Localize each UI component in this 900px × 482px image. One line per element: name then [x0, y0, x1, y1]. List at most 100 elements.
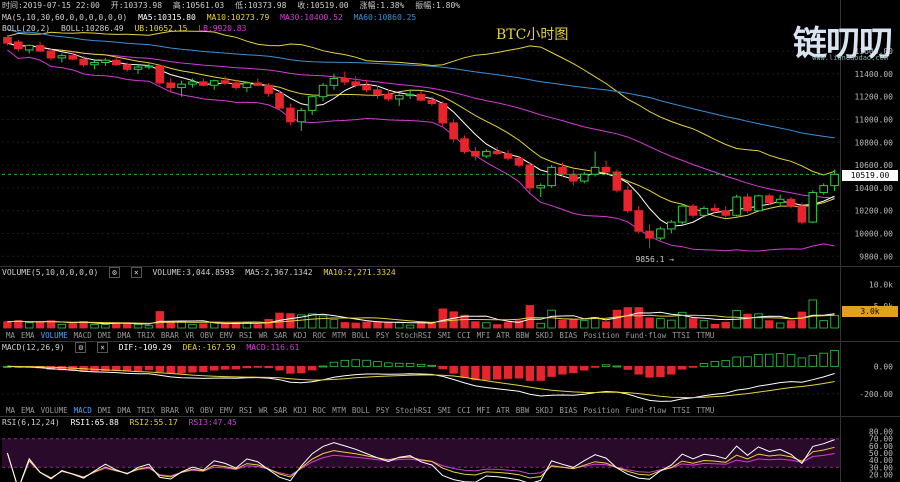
vol-tab-dma[interactable]: DMA — [117, 331, 131, 340]
macd-histogram-bar — [264, 365, 273, 369]
macd-tab-dmi[interactable]: DMI — [98, 406, 112, 415]
vol-tab-stochrsi[interactable]: StochRSI — [395, 331, 431, 340]
vol-tab-fund-flow[interactable]: Fund-flow — [626, 331, 667, 340]
candle-body — [329, 77, 339, 86]
candle-body — [177, 83, 186, 89]
macd-tab-ttmu[interactable]: TTMU — [696, 406, 714, 415]
macd-tab-emv[interactable]: EMV — [220, 406, 234, 415]
vol-tab-sar[interactable]: SAR — [274, 331, 288, 340]
candle-body — [449, 122, 458, 140]
macd-tab-mtm[interactable]: MTM — [332, 406, 346, 415]
macd-tab-position[interactable]: Position — [583, 406, 619, 415]
macd-tab-rsi[interactable]: RSI — [239, 406, 253, 415]
vol-tab-mtm[interactable]: MTM — [332, 331, 346, 340]
macd-tab-ttsi[interactable]: TTSI — [672, 406, 690, 415]
macd-tab-smi[interactable]: SMI — [438, 406, 452, 415]
vol-tab-roc[interactable]: ROC — [313, 331, 327, 340]
macd-tab-bias[interactable]: BIAS — [559, 406, 577, 415]
volume-bar — [569, 319, 578, 329]
ma5-line — [7, 42, 835, 227]
macd-tab-cci[interactable]: CCI — [457, 406, 471, 415]
vol-tab-vr[interactable]: VR — [185, 331, 194, 340]
vol-tab-boll[interactable]: BOLL — [352, 331, 370, 340]
vol-tab-ttmu[interactable]: TTMU — [696, 331, 714, 340]
macd-tab-skdj[interactable]: SKDJ — [535, 406, 553, 415]
candle-body — [656, 228, 665, 239]
settings-icon[interactable]: ⚙ — [109, 267, 120, 278]
vol-tab-emv[interactable]: EMV — [220, 331, 234, 340]
macd-tab-sar[interactable]: SAR — [274, 406, 288, 415]
candle-body — [797, 205, 807, 223]
macd-tab-kdj[interactable]: KDJ — [293, 406, 307, 415]
vol-tab-atr[interactable]: ATR — [496, 331, 510, 340]
macd-tab-mfi[interactable]: MFI — [477, 406, 491, 415]
vol-tab-brar[interactable]: BRAR — [161, 331, 179, 340]
close-icon[interactable]: × — [97, 342, 108, 353]
macd-histogram-bar — [297, 365, 306, 374]
candle-body — [155, 65, 165, 84]
vol-tab-obv[interactable]: OBV — [200, 331, 214, 340]
candle-body — [514, 157, 524, 166]
volume-bar — [830, 314, 839, 329]
candle-body — [340, 77, 350, 83]
vol-tab-bias[interactable]: BIAS — [559, 331, 577, 340]
macd-tab-brar[interactable]: BRAR — [161, 406, 179, 415]
macd-histogram-bar — [569, 365, 578, 374]
volume-bar — [57, 323, 67, 329]
macd-tab-vr[interactable]: VR — [185, 406, 194, 415]
macd-histogram-bar — [177, 365, 186, 374]
vol-tab-volume[interactable]: VOLUME — [41, 331, 68, 340]
macd-tab-boll[interactable]: BOLL — [352, 406, 370, 415]
vol-tab-position[interactable]: Position — [583, 331, 619, 340]
vol-tab-ma[interactable]: MA — [6, 331, 15, 340]
macd-tab-volume[interactable]: VOLUME — [41, 406, 68, 415]
macd-histogram-bar — [253, 365, 262, 368]
macd-tab-wr[interactable]: WR — [259, 406, 268, 415]
candle-body — [699, 207, 709, 216]
candle-body — [460, 138, 469, 152]
macd-tab-stochrsi[interactable]: StochRSI — [395, 406, 431, 415]
vol-tab-kdj[interactable]: KDJ — [293, 331, 307, 340]
candle-body — [688, 205, 698, 216]
vol-tab-dmi[interactable]: DMI — [98, 331, 112, 340]
macd-histogram-bar — [133, 365, 143, 371]
macd-tab-trix[interactable]: TRIX — [137, 406, 155, 415]
macd-tab-macd[interactable]: MACD — [74, 406, 92, 415]
macd-tab-dma[interactable]: DMA — [117, 406, 131, 415]
macd-tab-obv[interactable]: OBV — [200, 406, 214, 415]
macd-tab-bbw[interactable]: BBW — [516, 406, 530, 415]
rsi-band — [2, 438, 840, 468]
vol-tab-rsi[interactable]: RSI — [239, 331, 253, 340]
volume-bar — [90, 323, 99, 329]
macd-tab-psy[interactable]: PSY — [376, 406, 390, 415]
candle-body — [830, 173, 839, 187]
candle-body — [569, 173, 578, 182]
candle-body — [188, 81, 197, 85]
dif-value: DIF:-109.29 — [118, 343, 172, 352]
macd-histogram-bar — [199, 365, 208, 373]
close-icon[interactable]: × — [130, 267, 142, 278]
candle-body — [79, 58, 88, 66]
volume-bar — [721, 321, 730, 329]
vol-tab-cci[interactable]: CCI — [457, 331, 471, 340]
vol-tab-ttsi[interactable]: TTSI — [672, 331, 690, 340]
macd-tab-atr[interactable]: ATR — [496, 406, 510, 415]
volume-bar — [384, 321, 393, 329]
vol-tab-skdj[interactable]: SKDJ — [535, 331, 553, 340]
vol-tab-bbw[interactable]: BBW — [516, 331, 530, 340]
vol-tab-ema[interactable]: EMA — [21, 331, 35, 340]
vol-tab-trix[interactable]: TRIX — [137, 331, 155, 340]
volume-bar — [634, 307, 643, 329]
vol-tab-smi[interactable]: SMI — [438, 331, 452, 340]
macd-tab-ema[interactable]: EMA — [21, 406, 35, 415]
vol-tab-mfi[interactable]: MFI — [477, 331, 491, 340]
macd-histogram-bar — [471, 365, 480, 381]
macd-tab-fund-flow[interactable]: Fund-flow — [626, 406, 667, 415]
vol-tab-psy[interactable]: PSY — [376, 331, 390, 340]
vol-tab-macd[interactable]: MACD — [74, 331, 92, 340]
macd-tab-roc[interactable]: ROC — [313, 406, 327, 415]
macd-tab-ma[interactable]: MA — [6, 406, 15, 415]
candle-body — [286, 107, 295, 123]
vol-tab-wr[interactable]: WR — [259, 331, 268, 340]
settings-icon[interactable]: ⚙ — [75, 342, 87, 353]
